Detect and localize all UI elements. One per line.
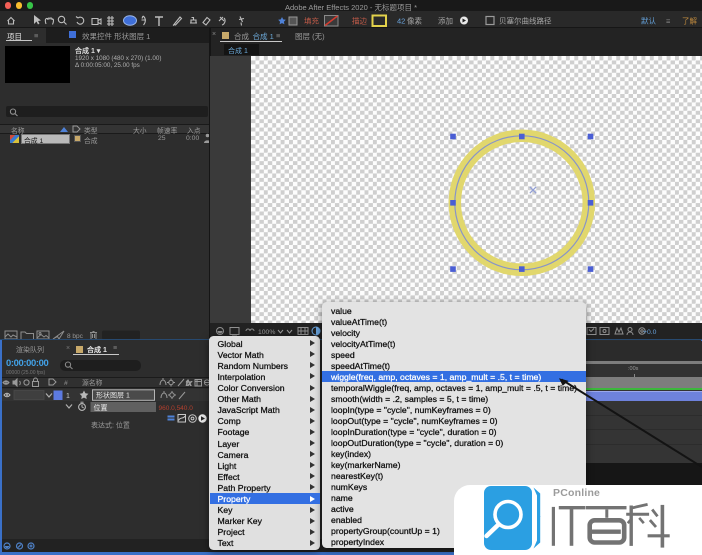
svg-text:贝塞尔曲线路径: 贝塞尔曲线路径 (499, 16, 552, 26)
svg-text:960.0,540.0: 960.0,540.0 (159, 405, 194, 412)
svg-text:位置: 位置 (94, 403, 108, 412)
svg-text:形状图层 1: 形状图层 1 (96, 390, 130, 399)
svg-text:42: 42 (397, 17, 405, 26)
svg-text:1: 1 (66, 393, 70, 400)
svg-text:默认: 默认 (641, 16, 656, 26)
svg-text:源名称: 源名称 (82, 378, 103, 387)
svg-text:填充: 填充 (304, 16, 319, 26)
svg-text:了解: 了解 (682, 16, 697, 26)
svg-text:+0.0: +0.0 (643, 329, 657, 336)
svg-text:添加: 添加 (438, 16, 453, 26)
svg-text:像素: 像素 (407, 16, 422, 26)
svg-text:100%: 100% (258, 329, 275, 336)
svg-text:表达式: 位置: 表达式: 位置 (91, 421, 130, 430)
svg-text:描边: 描边 (352, 16, 367, 26)
svg-text:#: # (64, 380, 68, 387)
svg-text:≡: ≡ (666, 17, 671, 26)
svg-text:fx: fx (186, 381, 192, 388)
